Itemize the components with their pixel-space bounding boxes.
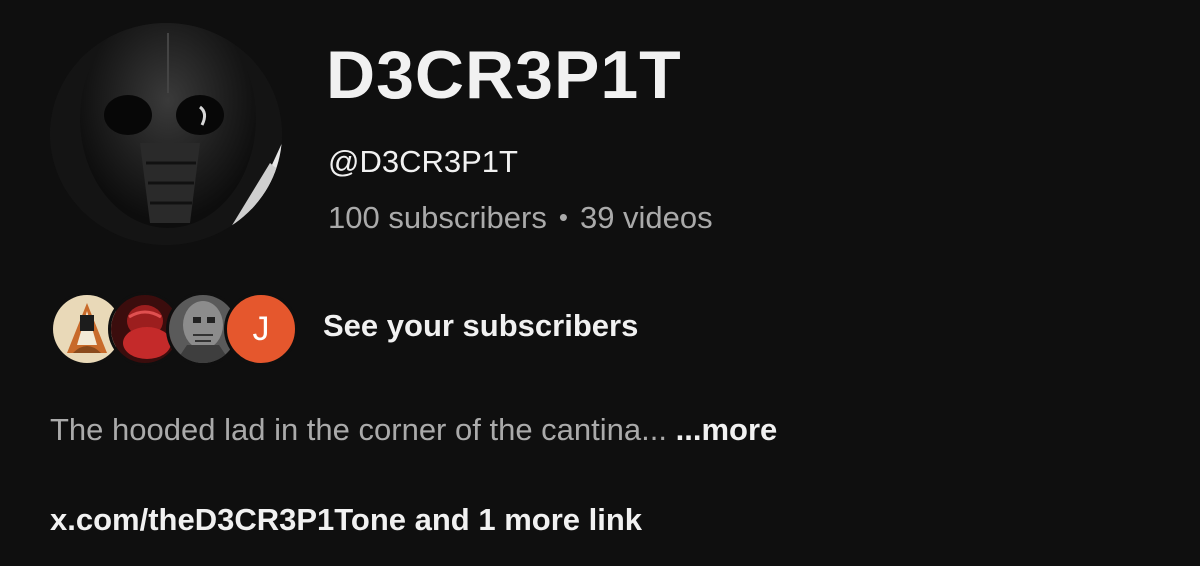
subscriber-letter-avatar: J — [224, 292, 298, 366]
channel-avatar[interactable] — [50, 23, 282, 245]
channel-description[interactable]: The hooded lad in the corner of the cant… — [50, 412, 777, 448]
stats-separator: • — [558, 202, 568, 232]
subscriber-count: 100 subscribers — [328, 200, 547, 235]
channel-links[interactable]: x.com/theD3CR3P1Tone and 1 more link — [50, 502, 642, 538]
description-text: The hooded lad in the corner of the cant… — [50, 412, 667, 447]
more-button[interactable]: ...more — [676, 412, 778, 447]
channel-stats: 100 subscribers • 39 videos — [328, 200, 713, 236]
channel-name: D3CR3P1T — [326, 37, 682, 113]
see-subscribers-button[interactable]: J See your subscribers — [50, 290, 750, 366]
see-subscribers-label: See your subscribers — [323, 308, 639, 343]
video-count: 39 videos — [579, 200, 713, 235]
masked-figure-avatar-icon — [50, 23, 282, 245]
channel-handle: @D3CR3P1T — [328, 144, 518, 179]
